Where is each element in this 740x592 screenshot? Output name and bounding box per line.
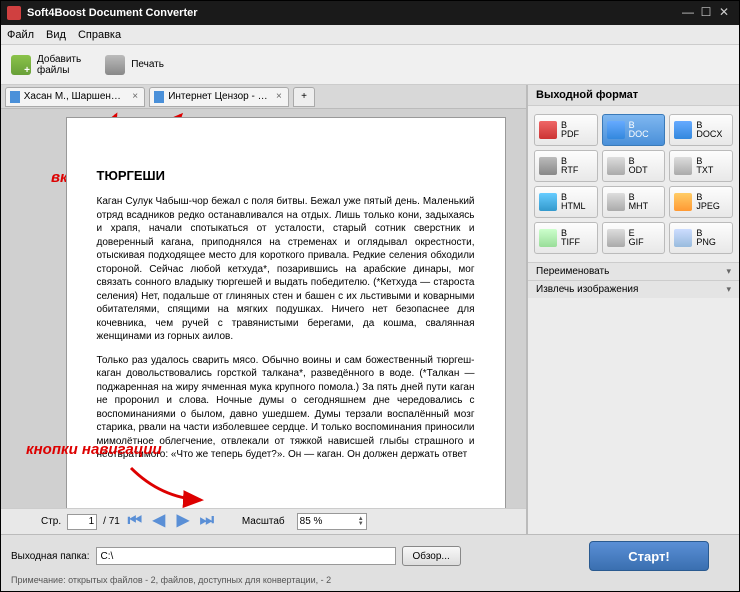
close-button[interactable]: ✕ <box>715 5 733 21</box>
format-label: В PNG <box>696 229 716 247</box>
rename-option[interactable]: Переименовать ▾ <box>528 262 739 280</box>
document-tabs: Хасан М., Шаршеналиев ... × Интернет Цен… <box>1 85 526 109</box>
print-icon <box>105 55 125 75</box>
tab-close-icon[interactable]: × <box>274 91 284 103</box>
output-format-header: Выходной формат <box>528 85 739 106</box>
html-icon <box>539 193 557 211</box>
titlebar[interactable]: Soft4Boost Document Converter — ☐ ✕ <box>1 1 739 25</box>
odt-icon <box>607 157 625 175</box>
pdf-icon <box>539 121 557 139</box>
minimize-button[interactable]: — <box>679 5 697 21</box>
chevron-down-icon: ▾ <box>726 284 731 295</box>
tiff-icon <box>539 229 557 247</box>
format-odt[interactable]: В ODT <box>602 150 666 182</box>
format-png[interactable]: В PNG <box>669 222 733 254</box>
extract-images-option[interactable]: Извлечь изображения ▾ <box>528 280 739 298</box>
menu-help[interactable]: Справка <box>78 29 121 41</box>
print-button[interactable]: Печать <box>101 53 168 77</box>
print-label: Печать <box>131 59 164 70</box>
first-page-button[interactable]: ⏮ <box>126 513 144 531</box>
mht-icon <box>607 193 625 211</box>
format-label: В PDF <box>561 121 579 139</box>
format-rtf[interactable]: В RTF <box>534 150 598 182</box>
format-label: В TIFF <box>561 229 580 247</box>
format-doc[interactable]: В DOC <box>602 114 666 146</box>
format-label: В TXT <box>696 157 713 175</box>
format-jpeg[interactable]: В JPEG <box>669 186 733 218</box>
format-pdf[interactable]: В PDF <box>534 114 598 146</box>
app-window: Soft4Boost Document Converter — ☐ ✕ Файл… <box>0 0 740 592</box>
format-label: В HTML <box>561 193 586 211</box>
page-input[interactable] <box>67 514 97 530</box>
doc-icon <box>10 91 20 103</box>
right-pane: Выходной формат В PDF В DOC В DOCX В RTF… <box>527 85 739 534</box>
format-label: E GIF <box>629 229 644 247</box>
menubar: Файл Вид Справка <box>1 25 739 45</box>
status-note: Примечание: открытых файлов - 2, файлов,… <box>11 575 729 585</box>
menu-view[interactable]: Вид <box>46 29 66 41</box>
format-grid: В PDF В DOC В DOCX В RTF В ODT В TXT В H… <box>528 106 739 262</box>
output-row: Выходная папка: Обзор... Старт! <box>11 541 729 571</box>
page-label: Стр. <box>41 516 61 527</box>
zoom-value: 85 % <box>300 516 323 527</box>
rtf-icon <box>539 157 557 175</box>
app-icon <box>7 6 21 20</box>
chevron-down-icon: ▾ <box>726 266 731 277</box>
add-files-label: Добавить файлы <box>37 54 81 76</box>
jpeg-icon <box>674 193 692 211</box>
maximize-button[interactable]: ☐ <box>697 5 715 21</box>
format-label: В MHT <box>629 193 649 211</box>
format-mht[interactable]: В MHT <box>602 186 666 218</box>
format-tiff[interactable]: В TIFF <box>534 222 598 254</box>
start-button[interactable]: Старт! <box>589 541 709 571</box>
zoom-select[interactable]: 85 % ▲▼ <box>297 513 367 530</box>
txt-icon <box>674 157 692 175</box>
format-txt[interactable]: В TXT <box>669 150 733 182</box>
output-folder-input[interactable] <box>96 547 396 565</box>
doc-icon <box>154 91 164 103</box>
left-pane: Хасан М., Шаршеналиев ... × Интернет Цен… <box>1 85 527 534</box>
prev-page-button[interactable]: ◀ <box>150 513 168 531</box>
page-navigation: Стр. / 71 ⏮ ◀ ▶ ⏭ Масштаб 85 % ▲▼ <box>1 508 526 534</box>
rename-label: Переименовать <box>536 266 609 277</box>
doc-paragraph: Каган Сулук Чабыш-чор бежал с поля битвы… <box>97 195 475 344</box>
format-gif[interactable]: E GIF <box>602 222 666 254</box>
page-total: / 71 <box>103 516 120 527</box>
format-html[interactable]: В HTML <box>534 186 598 218</box>
output-folder-label: Выходная папка: <box>11 551 90 562</box>
gif-icon <box>607 229 625 247</box>
add-files-button[interactable]: Добавить файлы <box>7 52 85 78</box>
format-label: В ODT <box>629 157 648 175</box>
bottom-bar: Выходная папка: Обзор... Старт! Примечан… <box>1 534 739 591</box>
next-page-button[interactable]: ▶ <box>174 513 192 531</box>
doc-icon <box>607 121 625 139</box>
workspace: Хасан М., Шаршеналиев ... × Интернет Цен… <box>1 85 739 534</box>
format-label: В DOCX <box>696 121 722 139</box>
tab-label: Хасан М., Шаршеналиев ... <box>24 91 127 102</box>
document-page: ТЮРГЕШИ Каган Сулук Чабыш-чор бежал с по… <box>66 117 506 508</box>
tab-0[interactable]: Хасан М., Шаршеналиев ... × <box>5 87 145 107</box>
doc-heading: ТЮРГЕШИ <box>97 168 475 183</box>
tab-add-button[interactable]: + <box>293 87 315 107</box>
format-label: В JPEG <box>696 193 720 211</box>
extract-label: Извлечь изображения <box>536 284 638 295</box>
tab-1[interactable]: Интернет Цензор - эфф... × <box>149 87 289 107</box>
docx-icon <box>674 121 692 139</box>
format-docx[interactable]: В DOCX <box>669 114 733 146</box>
zoom-label: Масштаб <box>242 516 285 527</box>
toolbar: Добавить файлы Печать <box>1 45 739 85</box>
spinner-icon[interactable]: ▲▼ <box>358 517 364 527</box>
add-files-icon <box>11 55 31 75</box>
doc-paragraph: Только раз удалось сварить мясо. Обычно … <box>97 354 475 462</box>
format-label: В DOC <box>629 121 649 139</box>
menu-file[interactable]: Файл <box>7 29 34 41</box>
last-page-button[interactable]: ⏭ <box>198 513 216 531</box>
png-icon <box>674 229 692 247</box>
browse-button[interactable]: Обзор... <box>402 546 461 566</box>
document-viewport[interactable]: вкладки ТЮРГЕШИ Каган Сулук Чабыш-чор бе… <box>1 109 526 508</box>
tab-close-icon[interactable]: × <box>130 91 140 103</box>
format-label: В RTF <box>561 157 578 175</box>
app-title: Soft4Boost Document Converter <box>27 7 679 19</box>
tab-label: Интернет Цензор - эфф... <box>168 91 270 102</box>
